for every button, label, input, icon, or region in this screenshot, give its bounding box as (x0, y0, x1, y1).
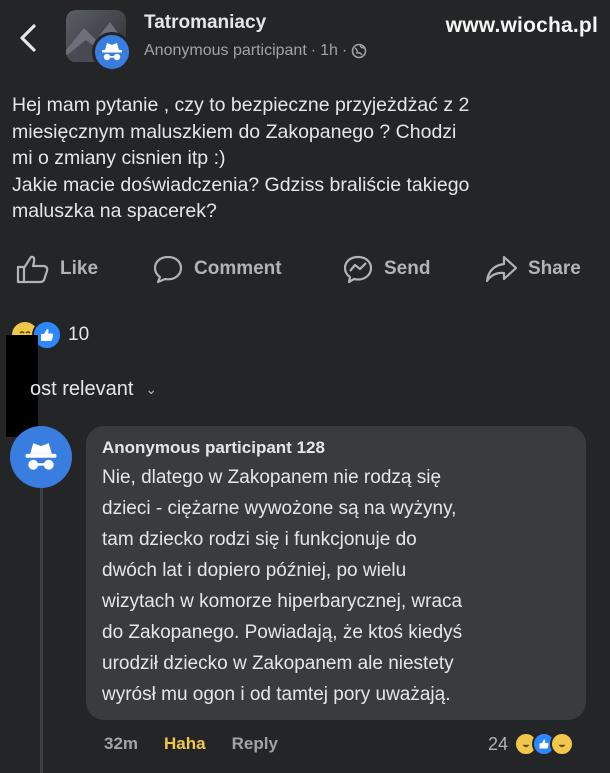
comment-reaction-count: 24 (488, 733, 509, 754)
incognito-icon (25, 443, 57, 470)
share-button[interactable]: Share (484, 254, 581, 284)
comment-line: urodził dziecko w Zakopanem ale niestety (102, 653, 454, 674)
back-button[interactable] (14, 18, 42, 58)
comment-line: tam dziecko rodzi się i funkcjonuje do (102, 529, 417, 550)
comment-reactions[interactable]: 24 (488, 732, 575, 756)
group-name-link[interactable]: Tatromaniacy (144, 12, 266, 34)
comment-sort-dropdown[interactable]: ost relevant ⌄ (30, 378, 157, 401)
sort-label: ost relevant (30, 378, 134, 400)
messenger-icon (343, 255, 373, 284)
comment-bubble: Anonymous participant 128 Nie, dlatego w… (86, 426, 586, 720)
post-actions: Like Comment Send Share (0, 254, 610, 294)
like-label: Like (60, 258, 99, 279)
comment-footer: 32m Haha Reply (104, 734, 278, 754)
comment-icon (153, 255, 183, 284)
watermark: www.wiocha.pl (445, 14, 598, 37)
post-line: miesięcznym maluszkiem do Zakopanego ? C… (12, 120, 457, 143)
anonymous-avatar (92, 32, 132, 72)
post-meta: Anonymous participant · 1h · (144, 42, 367, 60)
post-time[interactable]: 1h (320, 42, 338, 60)
comment-line: wizytach w komorze hiperbarycznej, wraca (102, 591, 463, 612)
haha-reaction-button[interactable]: Haha (164, 734, 206, 754)
comment-text: Nie, dlatego w Zakopanem nie rodzą się d… (102, 462, 570, 710)
like-button[interactable]: Like (16, 254, 98, 284)
comment-time[interactable]: 32m (104, 734, 138, 754)
chevron-left-icon (20, 24, 36, 52)
meta-separator: · (341, 42, 348, 59)
comment-line: wyrósł mu ogon i od tamtej pory uważają. (102, 684, 451, 705)
post-text: Hej mam pytanie , czy to bezpieczne przy… (12, 92, 602, 225)
comment-label: Comment (194, 258, 282, 279)
reply-button[interactable]: Reply (232, 734, 278, 754)
commenter-avatar[interactable] (10, 426, 72, 488)
meta-separator: · (310, 42, 317, 59)
comment-line: do Zakopanego. Powiadają, że ktoś kiedyś (102, 622, 463, 643)
haha-reaction-icon (550, 732, 575, 756)
post-line: maluszka na spacerek? (12, 200, 217, 222)
comment-line: dzieci - ciężarne wywożone są na wyżyny, (102, 498, 457, 519)
post-line: Jakie macie doświadczenia? Gdziss braliś… (12, 173, 470, 196)
comment-button[interactable]: Comment (152, 254, 282, 284)
reactions-count: 10 (68, 324, 90, 345)
comment-line: dwóch lat i dopiero później, po wielu (102, 560, 407, 581)
share-icon (485, 255, 518, 283)
incognito-icon (102, 43, 122, 61)
share-label: Share (528, 258, 581, 279)
send-button[interactable]: Send (342, 254, 430, 284)
comment-author[interactable]: Anonymous participant 128 (102, 438, 570, 458)
post-line: Hej mam pytanie , czy to bezpieczne przy… (12, 94, 470, 116)
send-label: Send (384, 258, 431, 279)
thumbs-up-icon (16, 255, 49, 284)
thread-line (40, 488, 43, 773)
post-line: mi o zmiany cisnien itp :) (12, 147, 226, 169)
post-author[interactable]: Anonymous participant (144, 42, 307, 60)
chevron-down-icon: ⌄ (145, 381, 158, 397)
comment-line: Nie, dlatego w Zakopanem nie rodzą się (102, 467, 442, 488)
globe-icon (351, 43, 367, 59)
